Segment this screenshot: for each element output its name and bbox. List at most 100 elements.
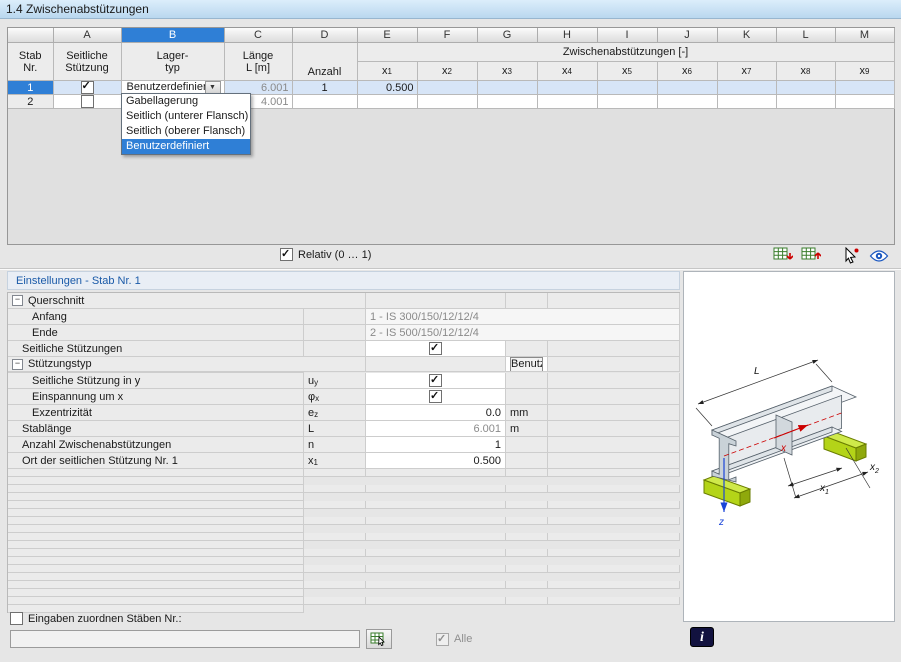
options-bar: Relativ (0 … 1) <box>7 243 893 268</box>
settings-row-2: Ende2 - IS 500/150/12/12/4 <box>8 325 680 341</box>
x4-cell[interactable] <box>537 81 597 95</box>
dropdown-item[interactable]: Gabellagerung <box>122 94 250 109</box>
dropdown-item[interactable]: Seitlich (oberer Flansch) <box>122 124 250 139</box>
header-x5: x5 <box>597 62 657 81</box>
alle-checkbox-box[interactable] <box>436 633 449 646</box>
select-members-button[interactable] <box>366 629 392 649</box>
settings-empty-row <box>8 501 680 517</box>
settings-empty-row <box>8 533 680 549</box>
seitliche-stuetzung-cell[interactable] <box>53 95 121 109</box>
seitliche-stuetzung-cell[interactable] <box>53 81 121 95</box>
col-letter-C[interactable]: C <box>224 28 292 43</box>
setting-label <box>8 565 304 573</box>
header-x7: x7 <box>717 62 776 81</box>
settings-row-0: −Querschnitt <box>8 293 680 309</box>
seitliche-stuetzung-checkbox[interactable] <box>81 81 94 94</box>
x6-cell[interactable] <box>657 95 717 109</box>
x1-cell[interactable] <box>357 95 417 109</box>
setting-symbol <box>366 469 506 477</box>
relativ-checkbox[interactable]: Relativ (0 … 1) <box>280 248 371 261</box>
setting-checkbox[interactable] <box>429 374 442 387</box>
setting-value[interactable]: 0.500 <box>366 453 506 469</box>
setting-value[interactable] <box>366 389 506 405</box>
setting-symbol: ez <box>304 405 366 421</box>
window-title: 1.4 Zwischenabstützungen <box>0 0 901 19</box>
col-letter-H[interactable]: H <box>537 28 597 43</box>
col-letter-L[interactable]: L <box>776 28 835 43</box>
table-toolbar <box>769 245 893 266</box>
member-numbers-input[interactable] <box>10 630 360 648</box>
x9-cell[interactable] <box>835 95 894 109</box>
pick-special-icon <box>842 247 860 264</box>
col-letter-F[interactable]: F <box>417 28 477 43</box>
alle-checkbox[interactable]: Alle <box>436 633 472 646</box>
setting-checkbox[interactable] <box>429 342 442 355</box>
x6-cell[interactable] <box>657 81 717 95</box>
x7-cell[interactable] <box>717 81 776 95</box>
import-table-button[interactable] <box>797 245 825 266</box>
col-letter-G[interactable]: G <box>477 28 537 43</box>
setting-value[interactable]: 1 <box>366 437 506 453</box>
col-letter-A[interactable]: A <box>53 28 121 43</box>
stuetzungstyp-button[interactable]: Benutzerdefiniert <box>510 357 543 372</box>
assign-members-checkbox-box[interactable] <box>10 612 23 625</box>
col-letter-E[interactable]: E <box>357 28 417 43</box>
setting-label: Seitliche Stützungen <box>8 341 304 357</box>
row-number[interactable]: 2 <box>8 95 53 109</box>
info-button[interactable]: i <box>690 627 714 647</box>
setting-label: Seitliche Stützung in y <box>8 373 304 389</box>
setting-unit <box>506 389 548 405</box>
x5-cell[interactable] <box>597 81 657 95</box>
relativ-checkbox-box[interactable] <box>280 248 293 261</box>
setting-value[interactable]: 0.0 <box>366 405 506 421</box>
x7-cell[interactable] <box>717 95 776 109</box>
setting-value[interactable] <box>366 341 506 357</box>
col-letter-M[interactable]: M <box>835 28 894 43</box>
anzahl-cell[interactable] <box>292 95 357 109</box>
setting-value-empty <box>506 533 548 541</box>
col-letter-I[interactable]: I <box>597 28 657 43</box>
assign-members-checkbox[interactable]: Eingaben zuordnen Stäben Nr.: <box>10 612 182 625</box>
x2-cell[interactable] <box>417 81 477 95</box>
axis-z-label: z <box>718 517 724 528</box>
header-x6: x6 <box>657 62 717 81</box>
setting-symbol <box>304 549 366 557</box>
x5-cell[interactable] <box>597 95 657 109</box>
col-letter-D[interactable]: D <box>292 28 357 43</box>
seitliche-stuetzung-checkbox[interactable] <box>81 95 94 108</box>
x2-cell[interactable] <box>417 95 477 109</box>
collapse-icon[interactable]: − <box>12 295 23 306</box>
setting-unit <box>548 517 680 525</box>
export-table-button[interactable] <box>769 245 797 266</box>
setting-value-wide: 1 - IS 300/150/12/12/4 <box>366 309 680 325</box>
x8-cell[interactable] <box>776 81 835 95</box>
dropdown-item[interactable]: Seitlich (unterer Flansch) <box>122 109 250 124</box>
x9-cell[interactable] <box>835 81 894 95</box>
anzahl-cell[interactable]: 1 <box>292 81 357 95</box>
collapse-icon[interactable]: − <box>12 359 23 370</box>
view-eye-button[interactable] <box>865 245 893 266</box>
setting-filler <box>8 493 304 501</box>
col-letter-J[interactable]: J <box>657 28 717 43</box>
dropdown-item[interactable]: Benutzerdefiniert <box>122 139 250 154</box>
x3-cell[interactable] <box>477 81 537 95</box>
x3-cell[interactable] <box>477 95 537 109</box>
x4-cell[interactable] <box>537 95 597 109</box>
setting-value[interactable] <box>366 373 506 389</box>
import-table-icon <box>801 247 821 264</box>
col-letter-B[interactable]: B <box>121 28 224 43</box>
x8-cell[interactable] <box>776 95 835 109</box>
row-number[interactable]: 1 <box>8 81 53 95</box>
setting-label: Anzahl Zwischenabstützungen <box>8 437 304 453</box>
setting-checkbox[interactable] <box>429 390 442 403</box>
setting-filler <box>548 453 680 469</box>
setting-symbol <box>366 549 506 557</box>
col-letter-K[interactable]: K <box>717 28 776 43</box>
setting-symbol <box>366 581 506 589</box>
setting-unit <box>548 581 680 589</box>
setting-label <box>8 533 304 541</box>
setting-filler <box>548 341 680 357</box>
setting-value[interactable]: Benutzerdefiniert <box>506 357 548 372</box>
pick-special-button[interactable] <box>837 245 865 266</box>
x1-cell[interactable]: 0.500 <box>357 81 417 95</box>
